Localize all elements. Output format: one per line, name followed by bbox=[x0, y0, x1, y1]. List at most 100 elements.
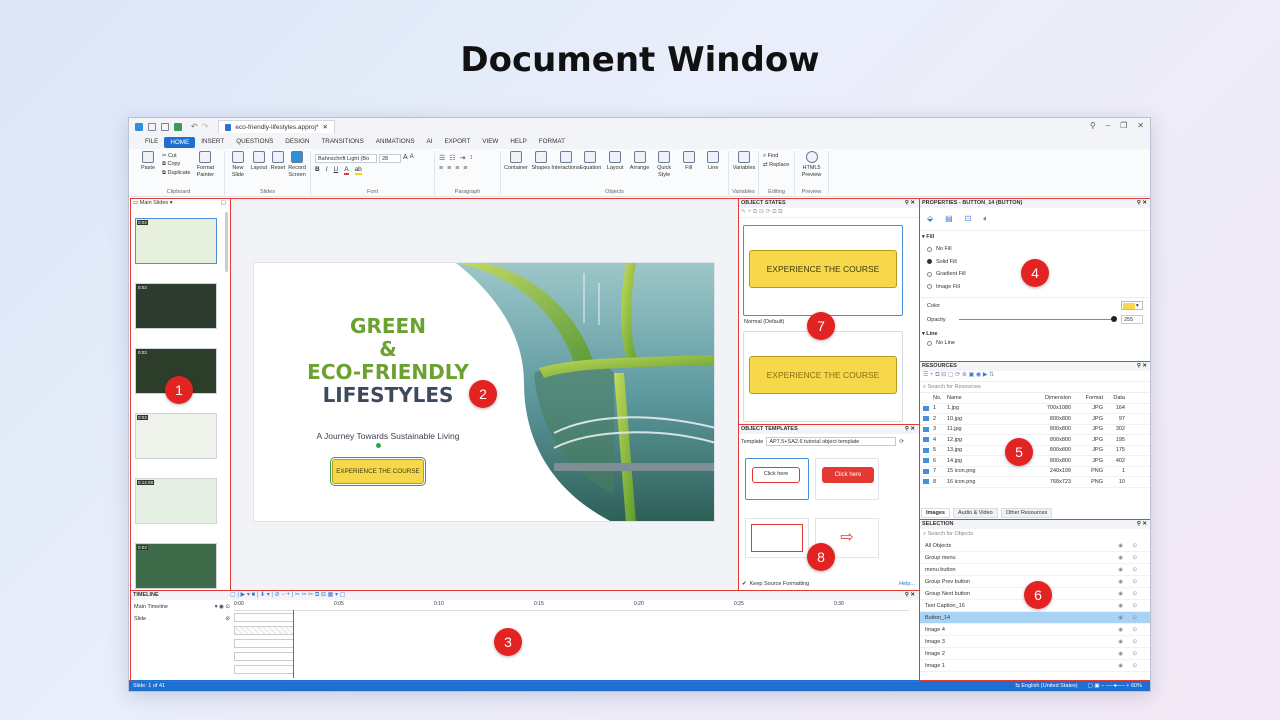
indent-icon[interactable]: ⇥ bbox=[460, 154, 466, 162]
track-bar-2[interactable] bbox=[234, 626, 294, 635]
timeline-ruler[interactable]: 0:00 0:05 0:10 0:15 0:20 0:25 0:30 bbox=[234, 601, 909, 611]
selection-item[interactable]: Button_14 ◉ ⊙ bbox=[919, 612, 1150, 624]
audio-tab-icon[interactable]: 🔈︎ bbox=[983, 214, 988, 224]
eye-icon[interactable]: ◉ bbox=[1118, 627, 1123, 633]
template-callout-1[interactable]: Click here bbox=[745, 458, 809, 500]
lock-icon[interactable]: ⊙ bbox=[1132, 639, 1137, 645]
menu-transitions[interactable]: TRANSITIONS bbox=[315, 135, 369, 149]
resource-row[interactable]: 2 10.jpg 800x800 JPG 97 bbox=[919, 414, 1150, 425]
fill-tab-icon[interactable]: ⬙ bbox=[927, 214, 933, 224]
lock-icon[interactable]: ⊙ bbox=[1132, 567, 1137, 573]
menu-export[interactable]: EXPORT bbox=[438, 135, 476, 149]
slides-scrollbar[interactable] bbox=[225, 212, 228, 272]
eye-icon[interactable]: ◉ bbox=[1118, 639, 1123, 645]
slide-thumbnail[interactable]: 0:036 bbox=[135, 543, 217, 589]
panel-close-icon[interactable]: ⚲ ✕ bbox=[1137, 198, 1147, 208]
refresh-icon[interactable]: ⟳ bbox=[899, 439, 904, 445]
highlight-icon[interactable]: ab bbox=[354, 166, 362, 175]
align-left-icon[interactable]: ≡ bbox=[439, 165, 443, 172]
justify-icon[interactable]: ≡ bbox=[463, 165, 467, 172]
opacity-input[interactable]: 255 bbox=[1121, 315, 1143, 324]
font-family-select[interactable]: Bahnschrift Light (Bo bbox=[315, 154, 377, 163]
panel-close-icon[interactable]: ⚲ ✕ bbox=[905, 424, 915, 434]
close-window-icon[interactable]: ✕ bbox=[1137, 121, 1144, 130]
resource-row[interactable]: 7 15 icon.png 240x199 PNG 1 bbox=[919, 467, 1150, 477]
selection-item[interactable]: Image 3 ◉ ⊙ bbox=[919, 636, 1150, 648]
help-link[interactable]: Help... bbox=[899, 581, 915, 587]
selection-item[interactable]: Image 4 ◉ ⊙ bbox=[919, 624, 1150, 636]
playhead[interactable] bbox=[293, 610, 294, 678]
eye-icon[interactable]: ◉ bbox=[1118, 567, 1123, 573]
account-icon[interactable]: ⚲ bbox=[1090, 121, 1096, 130]
slide-thumbnail[interactable]: 0:034 bbox=[135, 413, 217, 459]
resources-tab[interactable]: Images bbox=[921, 508, 950, 518]
menu-format[interactable]: FORMAT bbox=[533, 135, 571, 149]
lock-icon[interactable]: ⊙ bbox=[1132, 555, 1137, 561]
resources-col-header[interactable]: No. bbox=[933, 395, 947, 401]
slide-thumbnail[interactable]: 0:14.085 bbox=[135, 478, 217, 524]
main-slides-dropdown[interactable]: ▭ Main Slides ▾ bbox=[133, 198, 172, 208]
font-color-icon[interactable]: A bbox=[344, 166, 349, 175]
duplicate-button[interactable]: ⧉ Duplicate bbox=[162, 170, 190, 177]
resources-col-header[interactable]: Dimension bbox=[1011, 395, 1071, 401]
bold-icon[interactable]: B bbox=[315, 166, 320, 175]
track-bar-5[interactable] bbox=[234, 665, 294, 674]
align-center-icon[interactable]: ≡ bbox=[447, 165, 451, 172]
restore-icon[interactable]: ❐ bbox=[1120, 121, 1127, 130]
find-button[interactable]: ⌕ Find bbox=[763, 153, 789, 160]
resource-row[interactable]: 1 1.jpg 700x1080 JPG 164 bbox=[919, 404, 1150, 414]
selection-item[interactable]: Group menu ◉ ⊙ bbox=[919, 552, 1150, 564]
new-file-icon[interactable] bbox=[148, 122, 156, 131]
lock-icon[interactable]: ⊙ bbox=[1132, 615, 1137, 621]
eye-icon[interactable]: ◉ bbox=[1118, 615, 1123, 621]
font-size-select[interactable]: 28 bbox=[379, 154, 401, 163]
bullets-icon[interactable]: ☰ bbox=[439, 154, 445, 162]
keep-formatting-checkbox[interactable]: ✔ Keep Source Formatting bbox=[742, 581, 809, 587]
main-timeline-select[interactable]: Main Timeline ▾ ◉ ⊙ bbox=[134, 604, 230, 610]
menu-view[interactable]: VIEW bbox=[476, 135, 504, 149]
panel-close-icon[interactable]: ⚲ ✕ bbox=[1137, 519, 1147, 529]
grow-font-icon[interactable]: A bbox=[403, 154, 408, 163]
opacity-thumb[interactable] bbox=[1111, 316, 1117, 322]
rotate-handle[interactable] bbox=[376, 443, 381, 448]
replace-button[interactable]: ⇄ Replace bbox=[763, 162, 789, 168]
document-tab[interactable]: eco-friendly-lifestyles.approj* ✕ bbox=[218, 120, 335, 133]
fill-option-no-fill[interactable]: No Fill bbox=[919, 243, 1150, 256]
lock-icon[interactable]: ⊙ bbox=[1132, 627, 1137, 633]
panel-close-icon[interactable]: ⚲ ✕ bbox=[905, 198, 915, 208]
state-rollover-card[interactable]: EXPERIENCE THE COURSE bbox=[743, 331, 903, 422]
selection-item[interactable]: All Objects ◉ ⊙ bbox=[919, 540, 1150, 552]
template-rect[interactable] bbox=[745, 518, 809, 558]
line-section[interactable]: ▾ Line bbox=[919, 326, 1150, 337]
minimize-icon[interactable]: – bbox=[1106, 121, 1110, 130]
experience-course-button[interactable]: EXPERIENCE THE COURSE bbox=[330, 457, 426, 486]
fill-section[interactable]: ▾ Fill bbox=[919, 231, 1150, 243]
resources-search[interactable]: ⌕ Search for Resources bbox=[919, 382, 1150, 393]
resource-row[interactable]: 3 11.jpg 800x800 JPG 302 bbox=[919, 425, 1150, 435]
eye-icon[interactable]: ◉ bbox=[1118, 543, 1123, 549]
menu-insert[interactable]: INSERT bbox=[195, 135, 230, 149]
template-callout-2[interactable]: Click here bbox=[815, 458, 879, 500]
size-tab-icon[interactable]: ⊡ bbox=[965, 214, 972, 224]
language-indicator[interactable]: ⇆ English (United States) bbox=[1015, 683, 1077, 689]
resources-col-header[interactable]: Name bbox=[947, 395, 1011, 401]
line-spacing-icon[interactable]: ↕ bbox=[469, 154, 473, 162]
italic-icon[interactable]: I bbox=[326, 166, 328, 175]
menu-file[interactable]: FILE bbox=[139, 135, 164, 149]
opacity-slider[interactable] bbox=[959, 316, 1117, 322]
selection-item[interactable]: Image 1 ◉ ⊙ bbox=[919, 660, 1150, 672]
zoom-control[interactable]: ▢ ▣ − ──●── + 60% bbox=[1088, 683, 1142, 689]
slide-thumbnail[interactable]: 0:031 bbox=[135, 218, 217, 264]
panel-close-icon[interactable]: ⚲ ✕ bbox=[905, 590, 915, 600]
resource-row[interactable]: 8 16 icon.png 768x723 PNG 10 bbox=[919, 477, 1150, 488]
slide-track-bar[interactable] bbox=[234, 613, 294, 622]
menu-animations[interactable]: ANIMATIONS bbox=[370, 135, 421, 149]
undo-icon[interactable]: ↶ bbox=[191, 122, 198, 131]
save-icon[interactable] bbox=[174, 122, 182, 131]
state-normal-card[interactable]: EXPERIENCE THE COURSE bbox=[743, 225, 903, 316]
close-tab-icon[interactable]: ✕ bbox=[323, 123, 328, 131]
selection-item[interactable]: Image 2 ◉ ⊙ bbox=[919, 648, 1150, 660]
shrink-font-icon[interactable]: A bbox=[410, 154, 414, 163]
eye-icon[interactable]: ◉ bbox=[1118, 603, 1123, 609]
eye-icon[interactable]: ◉ bbox=[1118, 663, 1123, 669]
